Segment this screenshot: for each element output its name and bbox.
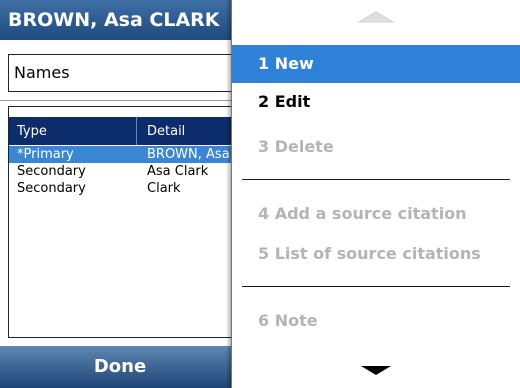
done-label: Done [93,356,147,377]
menu-item-edit[interactable]: 2 Edit [232,83,520,121]
cell-detail: Clark [147,181,181,196]
cell-detail: Asa Clark [147,164,209,179]
menu-scroll-down[interactable] [232,352,520,388]
column-header-detail: Detail [147,124,186,139]
cell-type: Secondary [17,181,86,196]
done-softkey[interactable]: Done [0,346,240,388]
triangle-up-icon [358,11,394,23]
names-table[interactable]: Type Detail *Primary BROWN, Asa CLARK Se… [8,106,248,338]
menu-item-list-source-citations[interactable]: 5 List of source citations [232,235,520,273]
table-row[interactable]: *Primary BROWN, Asa CLARK [9,146,247,163]
menu-separator [242,286,510,287]
cell-type: *Primary [17,147,74,162]
table-header: Type Detail [9,117,247,145]
record-title: BROWN, Asa CLARK [8,9,220,31]
table-row[interactable]: Secondary Clark [9,180,247,197]
divider [0,100,240,101]
column-header-type: Type [17,124,47,139]
menu-separator [242,179,510,180]
column-divider [136,117,137,145]
menu-item-new[interactable]: 1 New [232,45,520,83]
names-selector[interactable]: Names [8,54,248,92]
table-row[interactable]: Secondary Asa Clark [9,163,247,180]
context-menu: 1 New 2 Edit 3 Delete 4 Add a source cit… [231,0,520,388]
triangle-down-icon [361,366,391,375]
menu-item-add-source-citation[interactable]: 4 Add a source citation [232,195,520,233]
menu-item-note[interactable]: 6 Note [232,302,520,340]
cell-type: Secondary [17,164,86,179]
menu-scroll-up[interactable] [232,0,520,38]
names-selector-value: Names [14,63,70,82]
menu-item-delete[interactable]: 3 Delete [232,128,520,166]
